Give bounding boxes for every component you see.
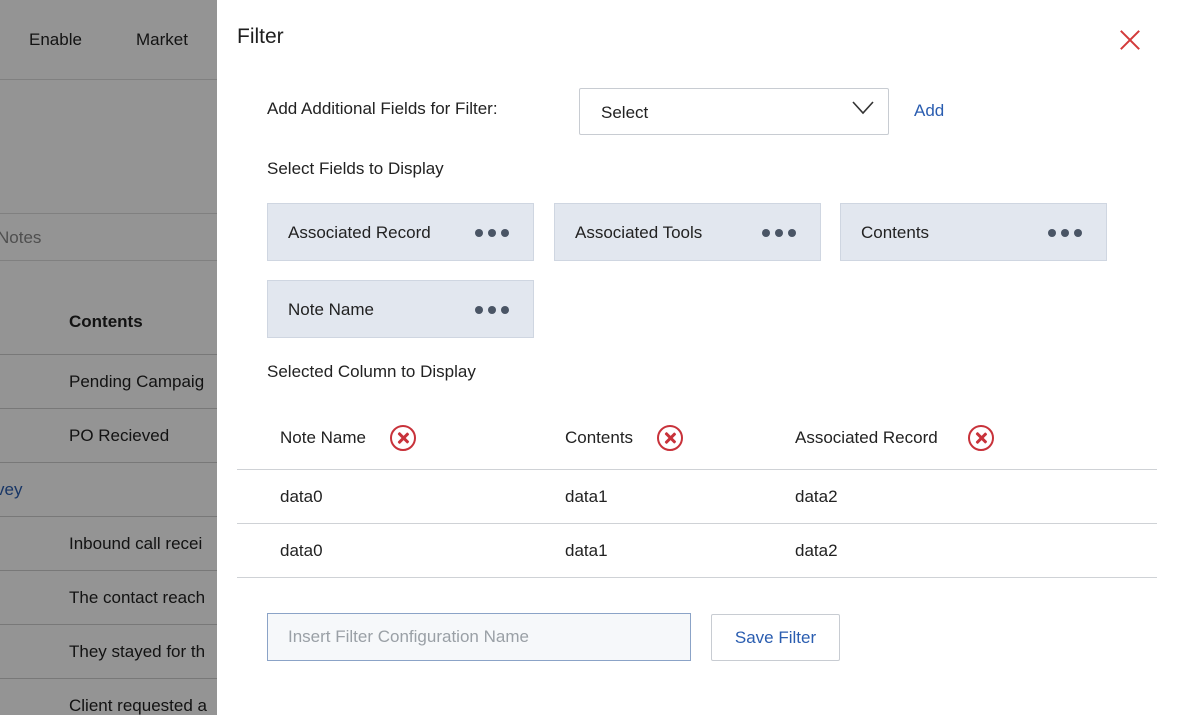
save-filter-button[interactable]: Save Filter [711,614,840,661]
select-fields-label: Select Fields to Display [267,159,444,178]
field-chip-associated-tools[interactable]: Associated Tools [554,203,821,261]
column-header-note-name: Note Name [280,428,366,447]
filter-panel: Filter Add Additional Fields for Filter:… [217,0,1177,715]
filter-config-name-input[interactable] [267,613,691,661]
field-select-dropdown[interactable]: Select [579,88,889,135]
panel-title: Filter [237,25,284,48]
table-cell: data0 [280,487,323,506]
divider [237,577,1157,578]
selected-columns-label: Selected Column to Display [267,362,476,381]
modal-overlay[interactable] [0,0,217,715]
add-fields-label: Add Additional Fields for Filter: [267,99,498,118]
close-icon[interactable] [1117,27,1143,53]
table-cell: data2 [795,487,838,506]
table-cell: data0 [280,541,323,560]
field-chip-associated-record[interactable]: Associated Record [267,203,534,261]
remove-column-icon[interactable] [968,425,994,451]
divider [237,523,1157,524]
table-cell: data1 [565,541,608,560]
remove-column-icon[interactable] [657,425,683,451]
column-header-contents: Contents [565,428,634,447]
remove-column-icon[interactable] [390,425,416,451]
column-header-associated-record: Associated Record [795,428,938,447]
background-page: Enable Market Notes Contents Pending Cam… [0,0,217,715]
more-options-icon[interactable] [475,229,509,237]
more-options-icon[interactable] [1048,229,1082,237]
select-value: Select [601,103,649,122]
add-field-link[interactable]: Add [914,101,944,121]
field-chip-note-name[interactable]: Note Name [267,280,534,338]
table-cell: data2 [795,541,838,560]
table-cell: data1 [565,487,608,506]
divider [237,469,1157,470]
more-options-icon[interactable] [475,306,509,314]
field-chip-contents[interactable]: Contents [840,203,1107,261]
more-options-icon[interactable] [762,229,796,237]
chevron-down-icon [852,101,874,115]
